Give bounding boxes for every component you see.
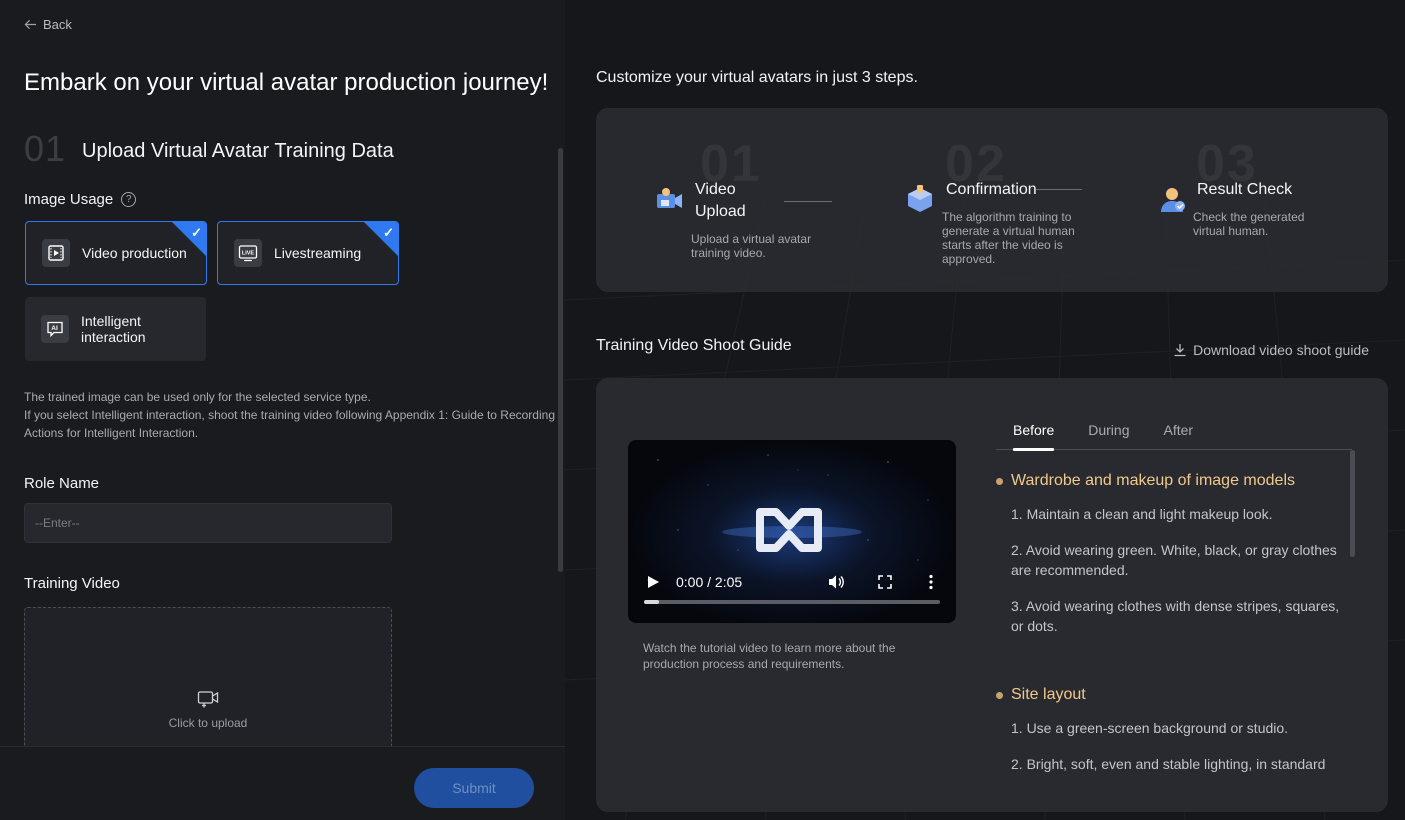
guide-scrollbar-thumb[interactable] [1350, 450, 1355, 557]
volume-icon[interactable] [827, 574, 845, 590]
step-desc: Upload a virtual avatar training video. [691, 232, 812, 260]
live-icon: LIVE [234, 239, 262, 267]
image-usage-text: Image Usage [24, 191, 114, 208]
step-video-upload: 01 Video Upload Upload a virtual avatar … [596, 108, 856, 292]
hint-line-2: If you select Intelligent interaction, s… [24, 408, 555, 440]
usage-option-intelligent-interaction[interactable]: AI Intelligent interaction [25, 297, 206, 361]
video-time: 0:00 / 2:05 [676, 574, 743, 590]
step-connector [1036, 189, 1082, 190]
guide-scrollbar[interactable] [1350, 450, 1355, 780]
usage-option-label: Intelligent interaction [81, 313, 146, 345]
brand-logo [756, 508, 822, 552]
step-title: Result Check [1197, 181, 1293, 198]
svg-text:AI: AI [51, 325, 58, 332]
guide-item: 1. Use a green-screen background or stud… [1011, 720, 1289, 736]
video-controls: 0:00 / 2:05 [628, 563, 956, 623]
steps-heading: Customize your virtual avatars in just 3… [596, 69, 918, 86]
bullet-dot [996, 691, 1003, 699]
help-icon[interactable]: ? [121, 192, 137, 207]
download-icon [1174, 344, 1186, 357]
video-upload-area[interactable]: Click to upload [24, 607, 392, 767]
page-title: Embark on your virtual avatar production… [24, 69, 549, 96]
ai-chat-icon: AI [41, 315, 69, 343]
guide-section-title: Wardrobe and makeup of image models [996, 472, 1350, 490]
check-icon: ✓ [191, 225, 202, 240]
left-panel: Back Embark on your virtual avatar produ… [0, 0, 565, 820]
guide-item: 1. Maintain a clean and light makeup loo… [1011, 506, 1273, 522]
result-check-icon [1161, 188, 1185, 212]
tutorial-video[interactable]: 0:00 / 2:05 [628, 440, 956, 623]
form-footer: Submit [0, 746, 565, 820]
guide-section-label: Site layout [1011, 686, 1086, 703]
tab-before[interactable]: Before [996, 420, 1071, 451]
role-name-input[interactable] [24, 503, 392, 543]
usage-hint: The trained image can be used only for t… [24, 388, 559, 442]
step-confirmation: 02 Confirmation The algorithm training t… [856, 108, 1116, 292]
more-options-icon[interactable] [928, 574, 934, 590]
guide-section-label: Wardrobe and makeup of image models [1011, 472, 1295, 489]
check-icon: ✓ [383, 225, 394, 240]
upload-video-icon [197, 691, 219, 708]
video-progress-fill [644, 600, 659, 604]
guide-tabs: Before During After [996, 420, 1352, 451]
confirmation-icon [908, 185, 932, 212]
play-icon[interactable] [646, 575, 660, 589]
arrow-left-icon [24, 19, 37, 30]
step-number: 01 [24, 128, 67, 169]
training-video-label: Training Video [24, 575, 120, 592]
step-desc: Check the generated virtual human. [1193, 210, 1305, 238]
film-icon [42, 239, 70, 267]
guide-section-title: Site layout [996, 686, 1350, 704]
guide-content: Wardrobe and makeup of image models 1. M… [996, 450, 1350, 780]
step-connector [784, 201, 832, 202]
video-caption: Watch the tutorial video to learn more a… [643, 641, 896, 671]
guide-item: 2. Avoid wearing green. White, black, or… [1011, 542, 1337, 578]
download-guide-link[interactable]: Download video shoot guide [1173, 342, 1369, 358]
back-label: Back [43, 17, 72, 32]
steps-card: 01 Video Upload Upload a virtual avatar … [596, 108, 1388, 292]
usage-option-livestreaming[interactable]: LIVE Livestreaming ✓ [217, 221, 399, 285]
step-header: 01 Upload Virtual Avatar Training Data [24, 128, 394, 170]
image-usage-label: Image Usage ? [24, 191, 137, 208]
guide-item: 3. Avoid wearing clothes with dense stri… [1011, 598, 1340, 634]
tab-after[interactable]: After [1147, 420, 1211, 450]
usage-option-video-production[interactable]: Video production ✓ [25, 221, 207, 285]
submit-button[interactable]: Submit [414, 768, 534, 808]
download-label: Download video shoot guide [1193, 342, 1369, 358]
left-scrollbar[interactable] [558, 148, 563, 572]
video-progress-bar[interactable] [644, 600, 940, 604]
video-upload-icon [657, 188, 682, 208]
guide-item: 2. Bright, soft, even and stable lightin… [1011, 756, 1326, 772]
hint-line-1: The trained image can be used only for t… [24, 390, 371, 404]
step-title: Upload Virtual Avatar Training Data [82, 140, 394, 162]
tab-during[interactable]: During [1071, 420, 1146, 450]
fullscreen-icon[interactable] [877, 574, 893, 590]
guide-card: 0:00 / 2:05 Watch the tutorial video to … [596, 378, 1388, 812]
guide-title: Training Video Shoot Guide [596, 337, 792, 354]
back-button[interactable]: Back [24, 17, 72, 32]
usage-option-label: Livestreaming [274, 245, 362, 261]
svg-text:LIVE: LIVE [242, 251, 255, 257]
step-desc: The algorithm training to generate a vir… [942, 210, 1075, 266]
step-title: Video Upload [695, 181, 746, 220]
step-title: Confirmation [946, 181, 1037, 198]
upload-text: Click to upload [168, 716, 248, 730]
right-panel: Customize your virtual avatars in just 3… [565, 0, 1405, 820]
step-result-check: 03 Result Check Check the generated virt… [1116, 108, 1388, 292]
role-name-label: Role Name [24, 475, 100, 492]
bullet-dot [996, 477, 1003, 485]
